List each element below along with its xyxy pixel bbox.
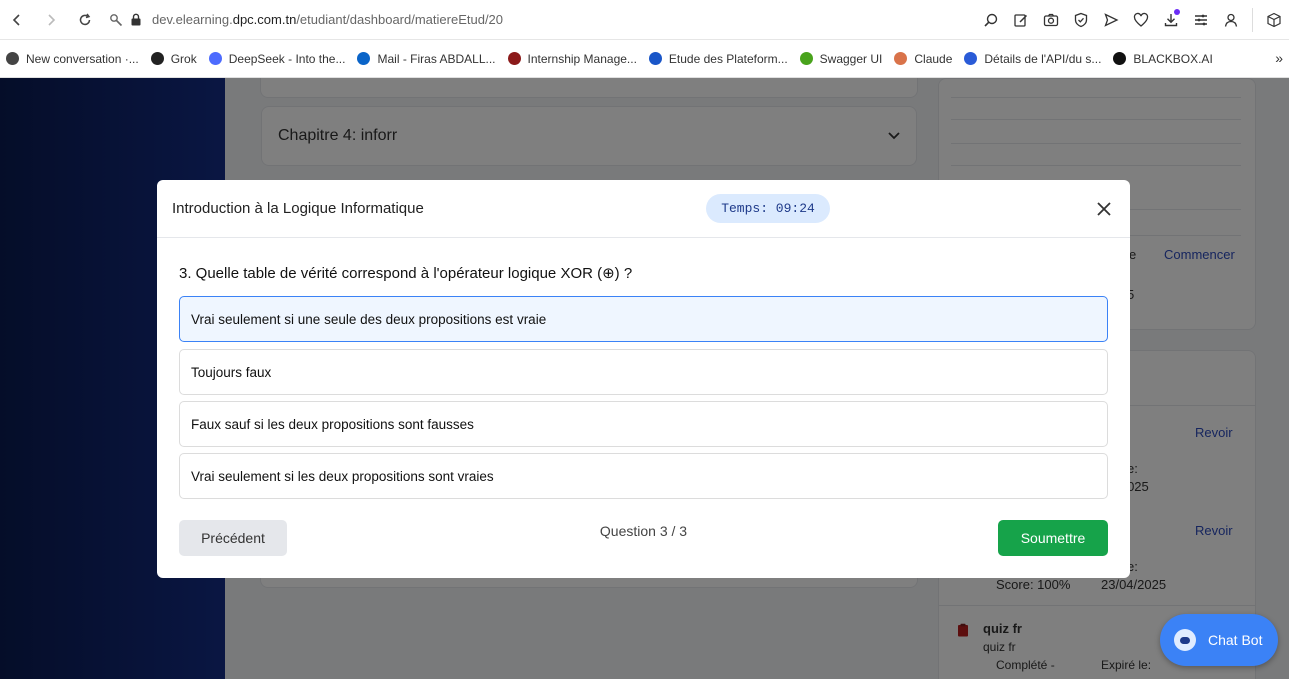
site-info-icon[interactable] (106, 13, 126, 27)
url-path: /etudiant/dashboard/matiereEtud/20 (296, 12, 504, 27)
screenshot-button[interactable] (1036, 0, 1066, 40)
google-icon (648, 52, 662, 65)
bookmark-label: Claude (914, 51, 953, 66)
search-icon (984, 13, 998, 27)
send-button[interactable] (1096, 0, 1126, 40)
modal-title: Introduction à la Logique Informatique (172, 200, 424, 217)
timer-badge: Temps: 09:24 (706, 194, 830, 223)
bookmark-item[interactable]: Etude des Plateform... (648, 51, 788, 66)
bookmark-item[interactable]: Grok (150, 51, 197, 66)
quiz-modal: Introduction à la Logique Informatique T… (157, 180, 1130, 578)
close-icon (1097, 202, 1111, 216)
answer-option[interactable]: Faux sauf si les deux propositions sont … (179, 401, 1108, 447)
menu-lines-icon (1195, 14, 1207, 26)
bookmark-item[interactable]: Claude (894, 52, 952, 66)
url-text[interactable]: dev.elearning.dpc.com.tn/etudiant/dashbo… (152, 12, 503, 27)
send-icon (1104, 13, 1119, 27)
copilot-icon (6, 52, 19, 65)
bookmark-item[interactable]: DeepSeek - Into the... (208, 51, 346, 66)
heart-icon (1133, 12, 1149, 27)
chevron-left-icon (12, 13, 20, 26)
extensions-button[interactable] (1259, 0, 1289, 40)
bookmark-label: Swagger UI (819, 51, 883, 66)
reload-button[interactable] (68, 0, 102, 40)
blackbox-icon (1113, 52, 1127, 65)
shield-check-icon (1074, 12, 1088, 28)
toolbar-separator (1252, 8, 1253, 32)
outlook-icon (357, 52, 371, 65)
camera-icon (1043, 13, 1059, 27)
bookmark-label: Internship Manage... (527, 51, 637, 66)
answer-option[interactable]: Vrai seulement si les deux propositions … (179, 453, 1108, 499)
answer-option-label: Toujours faux (191, 364, 272, 380)
bookmark-label: BLACKBOX.AI (1133, 51, 1213, 66)
bookmarks-bar: New conversation ·... Grok DeepSeek - Into… (0, 40, 1289, 78)
modal-header: Introduction à la Logique Informatique T… (157, 180, 1130, 238)
edit-icon (1014, 14, 1028, 27)
chevron-right-icon (48, 13, 56, 26)
bookmark-label: Mail - Firas ABDALL... (377, 51, 496, 66)
robot-icon (1174, 629, 1196, 651)
grok-icon (150, 52, 164, 65)
edit-button[interactable] (1006, 0, 1036, 40)
claude-icon (894, 52, 908, 65)
bookmark-item[interactable]: Swagger UI (799, 51, 883, 66)
lock-icon (126, 13, 146, 26)
answer-option-label: Vrai seulement si les deux propositions … (191, 468, 494, 484)
answer-option-label: Faux sauf si les deux propositions sont … (191, 416, 474, 432)
downloads-button[interactable] (1156, 0, 1186, 40)
bookmark-label: Détails de l'API/du s... (984, 51, 1102, 66)
chatbot-label: Chat Bot (1208, 632, 1263, 648)
address-bar[interactable]: dev.elearning.dpc.com.tn/etudiant/dashbo… (106, 0, 503, 40)
answer-option-label: Vrai seulement si une seule des deux pro… (191, 311, 547, 327)
question-text: 3. Quelle table de vérité correspond à l… (179, 265, 633, 282)
bookmarks-overflow-icon[interactable]: » (1275, 50, 1283, 66)
notification-dot (1174, 9, 1180, 15)
bookmark-item[interactable]: BLACKBOX.AI (1113, 51, 1213, 66)
back-button[interactable] (0, 0, 34, 40)
bookmark-item[interactable]: Internship Manage... (507, 51, 637, 66)
browser-toolbar: dev.elearning.dpc.com.tn/etudiant/dashbo… (0, 0, 1289, 40)
toolbar-actions (976, 0, 1289, 40)
profile-button[interactable] (1216, 0, 1246, 40)
answer-option[interactable]: Vrai seulement si une seule des deux pro… (179, 296, 1108, 342)
menu-button[interactable] (1186, 0, 1216, 40)
bookmark-item[interactable]: New conversation ·... (6, 52, 139, 66)
reload-icon (79, 13, 91, 25)
user-icon (1224, 13, 1238, 27)
bookmark-label: Grok (170, 51, 197, 66)
api-icon (964, 52, 978, 65)
close-button[interactable] (1094, 199, 1114, 219)
swagger-icon (799, 52, 813, 65)
favorites-button[interactable] (1126, 0, 1156, 40)
internship-icon (507, 52, 521, 65)
forward-button[interactable] (34, 0, 68, 40)
submit-button[interactable]: Soumettre (998, 520, 1108, 556)
question-counter: Question 3 / 3 (599, 523, 688, 539)
answer-option[interactable]: Toujours faux (179, 349, 1108, 395)
bookmark-label: Etude des Plateform... (668, 51, 788, 66)
cube-icon (1267, 12, 1281, 28)
bookmark-label: DeepSeek - Into the... (228, 51, 346, 66)
bookmark-item[interactable]: Mail - Firas ABDALL... (357, 51, 496, 66)
url-domain: dpc.com.tn (232, 12, 297, 27)
chatbot-button[interactable]: Chat Bot (1160, 614, 1278, 666)
shield-button[interactable] (1066, 0, 1096, 40)
bookmark-label: New conversation ·... (26, 51, 139, 66)
search-tabs-button[interactable] (976, 0, 1006, 40)
deepseek-icon (208, 52, 222, 65)
bookmark-item[interactable]: Détails de l'API/du s... (964, 52, 1101, 66)
url-prefix: dev.elearning. (152, 12, 233, 27)
